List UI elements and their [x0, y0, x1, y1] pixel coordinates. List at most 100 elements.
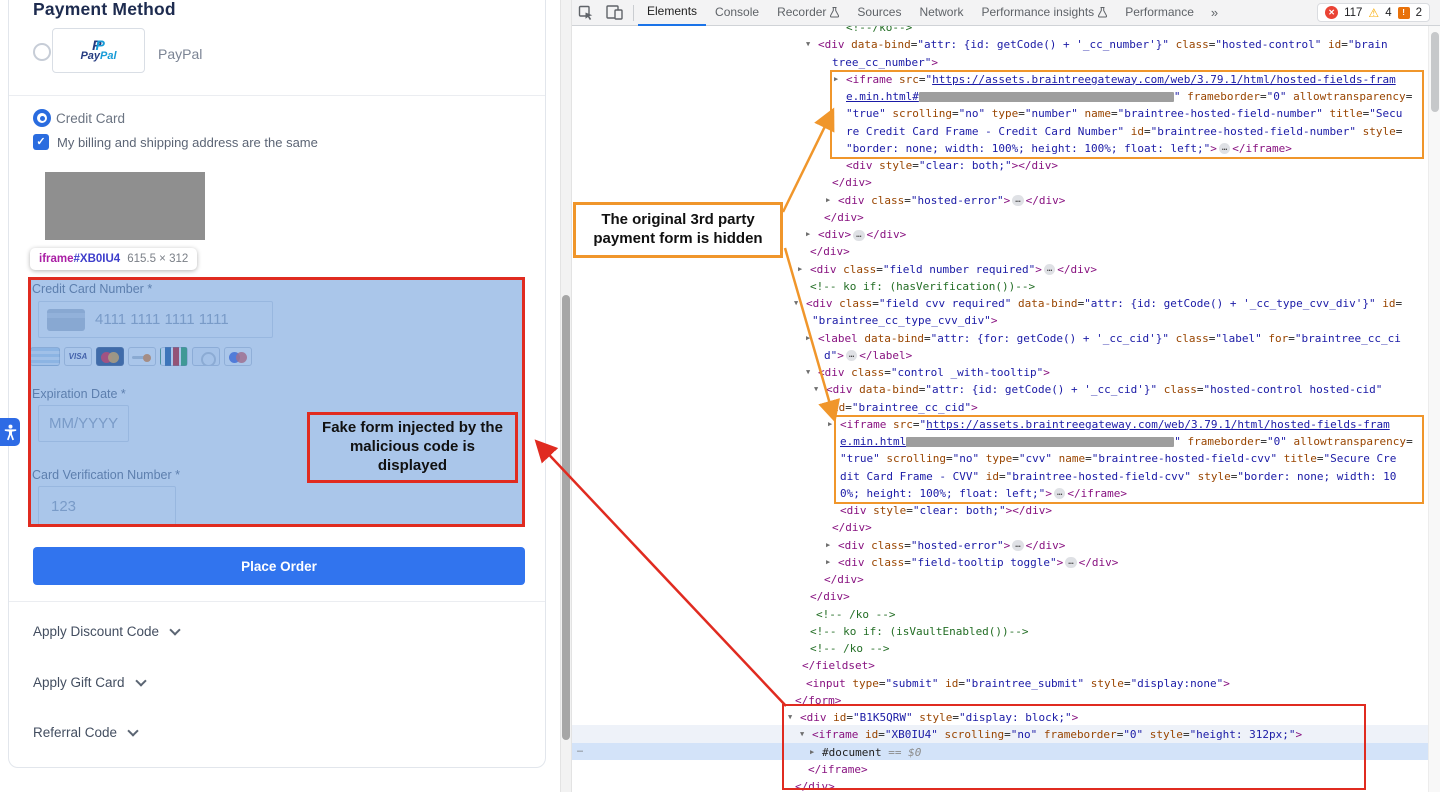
code-line[interactable]: <div style="clear: both;"></div> [846, 158, 1058, 175]
code-line[interactable]: "true" scrolling="no" type="cvv" name="b… [840, 451, 1396, 468]
tab-performance[interactable]: Performance [1116, 0, 1203, 26]
expand-arrow-icon[interactable]: ▶ [826, 541, 836, 549]
expander-apply-gift-card[interactable]: Apply Gift Card [33, 675, 145, 690]
issue-badges[interactable]: ✕ 117 ⚠ 4 ! 2 [1317, 3, 1430, 22]
place-order-button[interactable]: Place Order [33, 547, 525, 585]
code-line[interactable]: <iframe id="XB0IU4" scrolling="no" frame… [812, 727, 1302, 744]
selected-node-row[interactable] [572, 743, 1428, 761]
page-title: Payment Method [33, 0, 176, 20]
code-line[interactable]: </iframe> [808, 762, 868, 779]
paypal-radio[interactable] [33, 43, 51, 61]
code-line[interactable]: id="braintree_cc_cid"> [832, 400, 978, 417]
code-line[interactable]: d">…</label> [824, 348, 912, 365]
collapse-arrow-icon[interactable]: ▼ [800, 730, 810, 738]
code-line[interactable]: <div class="field number required">…</di… [810, 262, 1097, 279]
tab-sources[interactable]: Sources [848, 0, 910, 26]
tab-recorder[interactable]: Recorder [768, 0, 848, 26]
code-line[interactable]: <div id="B1K5QRW" style="display: block;… [800, 710, 1078, 727]
code-line[interactable]: <div class="field cvv required" data-bin… [806, 296, 1402, 313]
expander-referral-code[interactable]: Referral Code [33, 725, 137, 740]
code-line[interactable]: <div class="hosted-error">…</div> [838, 538, 1065, 555]
chevron-down-icon [127, 725, 138, 736]
code-line[interactable]: tree_cc_number"> [832, 55, 938, 72]
paypal-label: PayPal [158, 46, 202, 62]
code-line[interactable]: "true" scrolling="no" type="number" name… [846, 106, 1402, 123]
code-line[interactable]: <!-- ko if: (isVaultEnabled())--> [810, 624, 1029, 641]
redacted-token [906, 437, 1174, 447]
credit-card-radio[interactable] [33, 109, 51, 127]
tab-network[interactable]: Network [910, 0, 972, 26]
code-line[interactable]: <div data-bind="attr: {id: getCode() + '… [826, 382, 1382, 399]
expand-arrow-icon[interactable]: ▶ [806, 230, 816, 238]
code-line[interactable]: </div> [824, 572, 864, 589]
code-line[interactable]: dit Card Frame - CVV" id="braintree-host… [840, 469, 1396, 486]
code-line[interactable]: <div style="clear: both;"></div> [840, 503, 1052, 520]
collapse-arrow-icon[interactable]: ▼ [806, 368, 816, 376]
gutter-more-icon[interactable]: … [577, 744, 583, 755]
tab-console[interactable]: Console [706, 0, 768, 26]
code-line[interactable]: </div> [832, 175, 872, 192]
code-line[interactable]: "braintree_cc_type_cvv_div"> [812, 313, 997, 330]
expand-arrow-icon[interactable]: ▶ [828, 420, 838, 428]
inspect-element-icon[interactable] [572, 5, 600, 21]
checkout-panel: Payment Method PP PayPal PayPal Credit C… [0, 0, 560, 792]
code-line[interactable]: <!--/ko--> [846, 26, 912, 37]
code-line[interactable]: </fieldset> [802, 658, 875, 675]
expand-arrow-icon[interactable]: ▶ [826, 196, 836, 204]
collapse-arrow-icon[interactable]: ▼ [794, 299, 804, 307]
expand-arrow-icon[interactable]: ▶ [806, 334, 816, 342]
billing-same-label: My billing and shipping address are the … [57, 135, 318, 150]
code-line[interactable]: </div> [824, 210, 864, 227]
scrollbar-thumb[interactable] [562, 295, 570, 740]
code-line[interactable]: <div data-bind="attr: {id: getCode() + '… [818, 37, 1388, 54]
collapse-arrow-icon[interactable]: ▼ [806, 40, 816, 48]
code-line[interactable]: </form> [795, 693, 841, 710]
expand-arrow-icon[interactable]: ▶ [798, 265, 808, 273]
expand-arrow-icon[interactable]: ▶ [826, 558, 836, 566]
code-line[interactable]: e.min.html#" frameborder="0" allowtransp… [846, 89, 1412, 106]
more-tabs-icon[interactable]: » [1203, 5, 1226, 20]
code-line[interactable]: <div class="control _with-tooltip"> [818, 365, 1050, 382]
billing-same-checkbox[interactable]: ✓ [33, 134, 49, 150]
code-line[interactable]: <iframe src="https://assets.braintreegat… [840, 417, 1390, 434]
accessibility-widget-icon[interactable] [0, 418, 20, 446]
code-line[interactable]: <!-- /ko --> [816, 607, 895, 624]
elements-tree: <!--/ko-->▼<div data-bind="attr: {id: ge… [572, 26, 1440, 792]
paypal-logo[interactable]: PP PayPal [52, 28, 145, 73]
screenshot-root: Payment Method PP PayPal PayPal Credit C… [0, 0, 1440, 792]
redacted-order-summary [45, 172, 205, 240]
code-line[interactable]: </div> [795, 779, 835, 792]
divider [9, 601, 545, 602]
code-line[interactable]: <div class="hosted-error">…</div> [838, 193, 1065, 210]
injected-fake-form: Credit Card Number * 4111 1111 1111 1111… [28, 277, 525, 527]
code-line[interactable]: #document == $0 [822, 745, 921, 762]
code-line[interactable]: </div> [810, 244, 850, 261]
code-line[interactable]: "border: none; width: 100%; height: 100%… [846, 141, 1292, 158]
tab-elements[interactable]: Elements [638, 0, 706, 26]
code-line[interactable]: e.min.html" frameborder="0" allowtranspa… [840, 434, 1413, 451]
issues-count: 2 [1416, 7, 1422, 19]
devtools-panel: ElementsConsoleRecorderSourcesNetworkPer… [572, 0, 1440, 792]
flask-icon [830, 7, 839, 18]
scrollbar-thumb[interactable] [1431, 32, 1439, 112]
code-line[interactable]: <input type="submit" id="braintree_submi… [806, 676, 1230, 693]
expand-arrow-icon[interactable]: ▶ [810, 748, 820, 756]
collapse-arrow-icon[interactable]: ▼ [788, 713, 798, 721]
code-line[interactable]: <label data-bind="attr: {for: getCode() … [818, 331, 1401, 348]
code-line[interactable]: <!-- ko if: (hasVerification())--> [810, 279, 1035, 296]
code-line[interactable]: <iframe src="https://assets.braintreegat… [846, 72, 1396, 89]
expander-apply-discount-code[interactable]: Apply Discount Code [33, 624, 179, 639]
code-line[interactable]: </div> [832, 520, 872, 537]
page-scrollbar[interactable] [560, 0, 572, 792]
code-line[interactable]: <!-- /ko --> [810, 641, 889, 658]
expand-arrow-icon[interactable]: ▶ [834, 75, 844, 83]
devtools-scrollbar[interactable] [1428, 26, 1440, 792]
code-line[interactable]: re Credit Card Frame - Credit Card Numbe… [846, 124, 1402, 141]
collapse-arrow-icon[interactable]: ▼ [814, 385, 824, 393]
code-line[interactable]: 0%; height: 100%; float: left;">…</ifram… [840, 486, 1127, 503]
tab-performance-insights[interactable]: Performance insights [972, 0, 1116, 26]
code-line[interactable]: <div>…</div> [818, 227, 906, 244]
device-toolbar-icon[interactable] [600, 5, 629, 20]
code-line[interactable]: <div class="field-tooltip toggle">…</div… [838, 555, 1118, 572]
code-line[interactable]: </div> [810, 589, 850, 606]
